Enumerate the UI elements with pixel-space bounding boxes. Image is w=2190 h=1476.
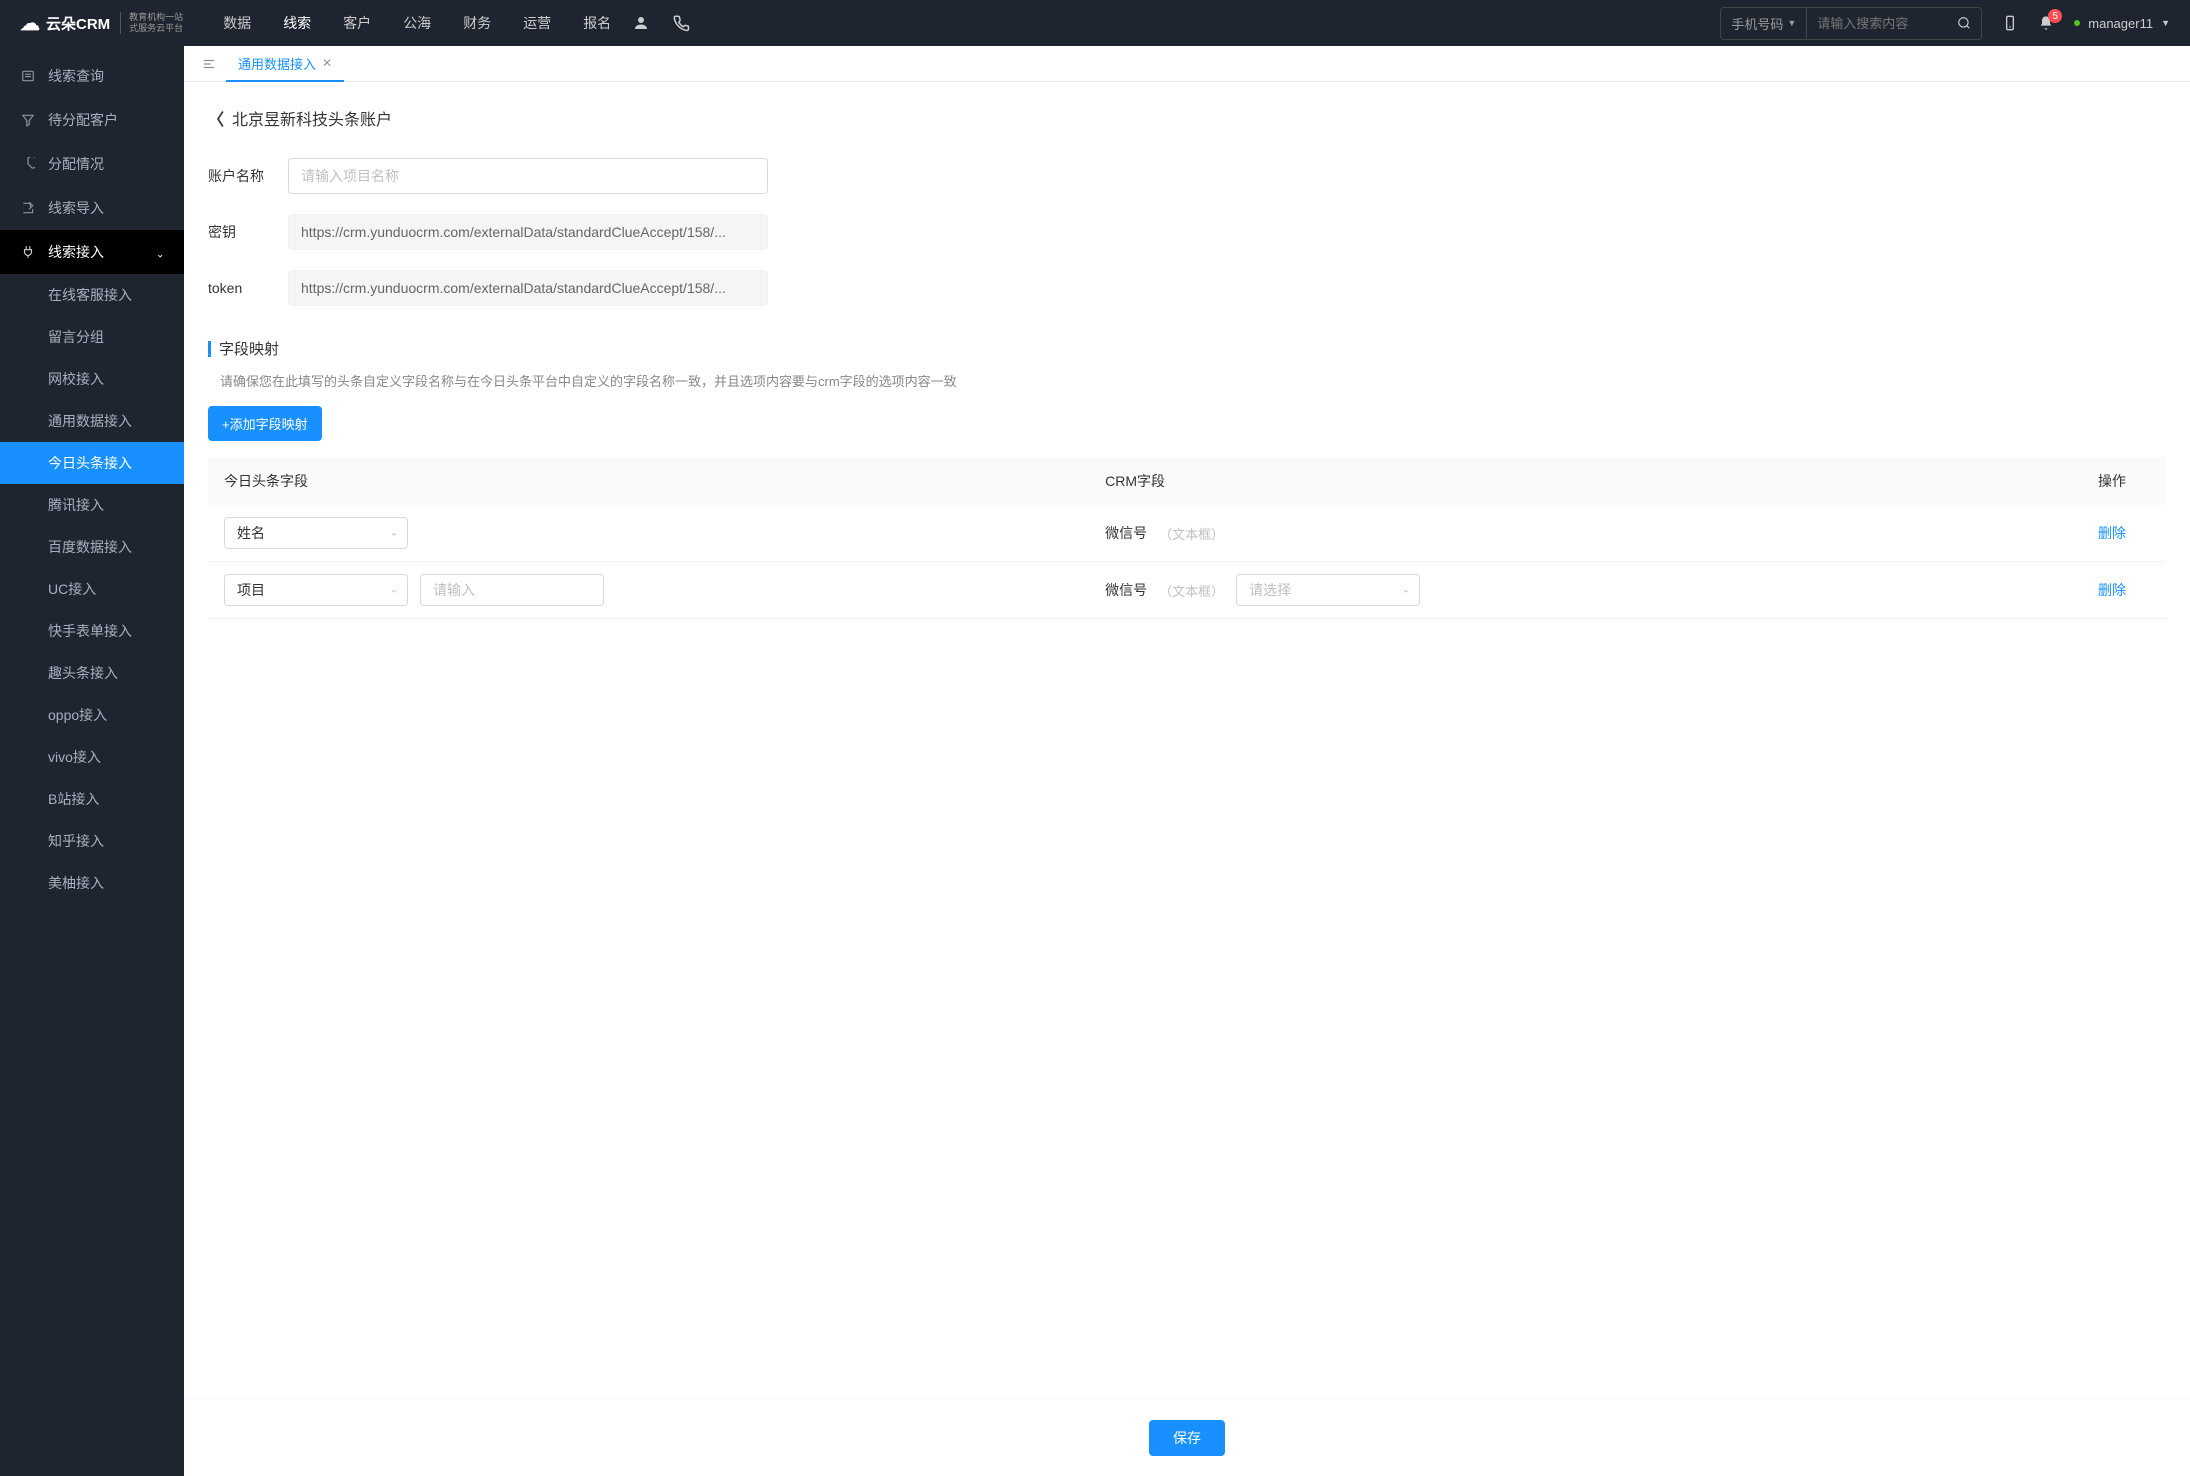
sidebar-subitem[interactable]: 在线客服接入 xyxy=(0,274,184,316)
secret-label: 密钥 xyxy=(208,222,288,242)
nav-item[interactable]: 线索 xyxy=(283,13,311,33)
account-name-input[interactable] xyxy=(288,158,768,194)
logo-sub: 教育机构一站 式服务云平台 xyxy=(120,12,183,34)
search-wrap: 手机号码 ▼ xyxy=(1720,7,1982,40)
col-crm: CRM字段 xyxy=(1089,457,1872,505)
breadcrumb: 〈 北京昱新科技头条账户 xyxy=(208,106,2166,130)
footer: 保存 xyxy=(184,1399,2190,1476)
sidebar-subitem[interactable]: B站接入 xyxy=(0,778,184,820)
nav-item[interactable]: 客户 xyxy=(343,13,371,33)
top-nav-icons xyxy=(631,13,691,33)
source-field-input[interactable] xyxy=(420,574,604,606)
nav-item[interactable]: 公海 xyxy=(403,13,431,33)
header-right: 手机号码 ▼ 5 manager11 ▼ xyxy=(1720,7,2170,40)
nav-item[interactable]: 报名 xyxy=(583,13,611,33)
logo: ☁ 云朵CRM 教育机构一站 式服务云平台 xyxy=(20,11,183,36)
sidebar-subitem[interactable]: 网校接入 xyxy=(0,358,184,400)
mobile-icon[interactable] xyxy=(2002,15,2018,31)
sidebar-subitem[interactable]: 通用数据接入 xyxy=(0,400,184,442)
chevron-down-icon: ⌃ xyxy=(156,247,164,258)
table-row: 项目⌄微信号（文本框）请选择⌄删除 xyxy=(208,562,2166,619)
delete-link[interactable]: 删除 xyxy=(2098,582,2126,598)
logo-icon: ☁ xyxy=(20,11,40,36)
mapping-tbody: 姓名⌄微信号（文本框）删除项目⌄微信号（文本框）请选择⌄删除 xyxy=(208,505,2166,619)
user-menu[interactable]: manager11 ▼ xyxy=(2074,16,2170,31)
bell-icon[interactable]: 5 xyxy=(2038,15,2054,31)
secret-input[interactable] xyxy=(288,214,768,250)
sidebar-item[interactable]: 线索导入 xyxy=(0,186,184,230)
list-icon xyxy=(20,69,36,83)
tabs-bar: 通用数据接入 ✕ xyxy=(184,46,2190,82)
account-name-label: 账户名称 xyxy=(208,166,288,186)
back-icon[interactable]: 〈 xyxy=(208,106,224,130)
mapping-title: 字段映射 xyxy=(219,338,279,359)
sidebar-subitem[interactable]: 今日头条接入 xyxy=(0,442,184,484)
nav-item[interactable]: 运营 xyxy=(523,13,551,33)
nav-item[interactable]: 数据 xyxy=(223,13,251,33)
section-accent-bar xyxy=(208,341,211,357)
sidebar-subitem[interactable]: 留言分组 xyxy=(0,316,184,358)
mapping-hint: 请确保您在此填写的头条自定义字段名称与在今日头条平台中自定义的字段名称一致，并且… xyxy=(208,371,2166,390)
add-mapping-button[interactable]: +添加字段映射 xyxy=(208,406,322,441)
top-nav: 数据 线索 客户 公海 财务 运营 报名 xyxy=(223,13,611,33)
mapping-section-header: 字段映射 xyxy=(208,338,2166,359)
phone-call-icon[interactable] xyxy=(671,13,691,33)
col-source: 今日头条字段 xyxy=(208,457,1089,505)
pie-icon xyxy=(20,157,36,171)
token-input[interactable] xyxy=(288,270,768,306)
save-button[interactable]: 保存 xyxy=(1149,1420,1225,1456)
tab-label: 通用数据接入 xyxy=(238,54,316,73)
crm-field-type: （文本框） xyxy=(1159,581,1224,600)
username: manager11 xyxy=(2088,16,2153,31)
sidebar-subitem[interactable]: 美柚接入 xyxy=(0,862,184,904)
sidebar-item[interactable]: 分配情况 xyxy=(0,142,184,186)
status-dot xyxy=(2074,20,2080,26)
search-input[interactable] xyxy=(1807,10,1947,37)
nav-item[interactable]: 财务 xyxy=(463,13,491,33)
sidebar-subitem[interactable]: oppo接入 xyxy=(0,694,184,736)
export-icon xyxy=(20,201,36,215)
plug-icon xyxy=(20,245,36,259)
top-header: ☁ 云朵CRM 教育机构一站 式服务云平台 数据 线索 客户 公海 财务 运营 报名 手机号… xyxy=(0,0,2190,46)
crm-field-label: 微信号 xyxy=(1105,580,1147,600)
sidebar-subitem[interactable]: 趣头条接入 xyxy=(0,652,184,694)
main: 通用数据接入 ✕ 〈 北京昱新科技头条账户 账户名称 密钥 token 字段映射… xyxy=(184,46,2190,1476)
table-row: 姓名⌄微信号（文本框）删除 xyxy=(208,505,2166,562)
crm-field-label: 微信号 xyxy=(1105,523,1147,543)
sidebar-item[interactable]: 线索查询 xyxy=(0,54,184,98)
logo-text: 云朵CRM xyxy=(46,13,110,34)
crm-field-select[interactable]: 请选择 xyxy=(1236,574,1420,606)
mapping-table: 今日头条字段 CRM字段 操作 姓名⌄微信号（文本框）删除项目⌄微信号（文本框）… xyxy=(208,457,2166,619)
sidebar-subitem[interactable]: 知乎接入 xyxy=(0,820,184,862)
notification-badge: 5 xyxy=(2048,9,2062,23)
close-icon[interactable]: ✕ xyxy=(322,56,332,70)
collapse-sidebar-button[interactable] xyxy=(192,51,226,77)
tab-generic-data[interactable]: 通用数据接入 ✕ xyxy=(226,46,344,82)
sidebar: 线索查询待分配客户分配情况线索导入线索接入⌃在线客服接入留言分组网校接入通用数据… xyxy=(0,46,184,1476)
search-type-select[interactable]: 手机号码 ▼ xyxy=(1721,8,1807,39)
page-title: 北京昱新科技头条账户 xyxy=(232,106,392,130)
chevron-down-icon: ▼ xyxy=(2161,18,2170,28)
token-label: token xyxy=(208,280,288,296)
sidebar-subitem[interactable]: 腾讯接入 xyxy=(0,484,184,526)
sidebar-item[interactable]: 待分配客户 xyxy=(0,98,184,142)
sidebar-subitem[interactable]: vivo接入 xyxy=(0,736,184,778)
sidebar-subitem[interactable]: 百度数据接入 xyxy=(0,526,184,568)
sidebar-subitem[interactable]: 快手表单接入 xyxy=(0,610,184,652)
source-field-select[interactable]: 姓名 xyxy=(224,517,408,549)
source-field-select[interactable]: 项目 xyxy=(224,574,408,606)
sidebar-subitem[interactable]: UC接入 xyxy=(0,568,184,610)
user-icon[interactable] xyxy=(631,13,651,33)
col-action: 操作 xyxy=(1872,457,2166,505)
delete-link[interactable]: 删除 xyxy=(2098,525,2126,541)
search-button[interactable] xyxy=(1947,10,1981,36)
filter-icon xyxy=(20,113,36,127)
crm-field-type: （文本框） xyxy=(1159,524,1224,543)
chevron-down-icon: ▼ xyxy=(1787,18,1796,28)
sidebar-item[interactable]: 线索接入⌃ xyxy=(0,230,184,274)
content: 〈 北京昱新科技头条账户 账户名称 密钥 token 字段映射 请确保您在此填写… xyxy=(184,82,2190,1399)
